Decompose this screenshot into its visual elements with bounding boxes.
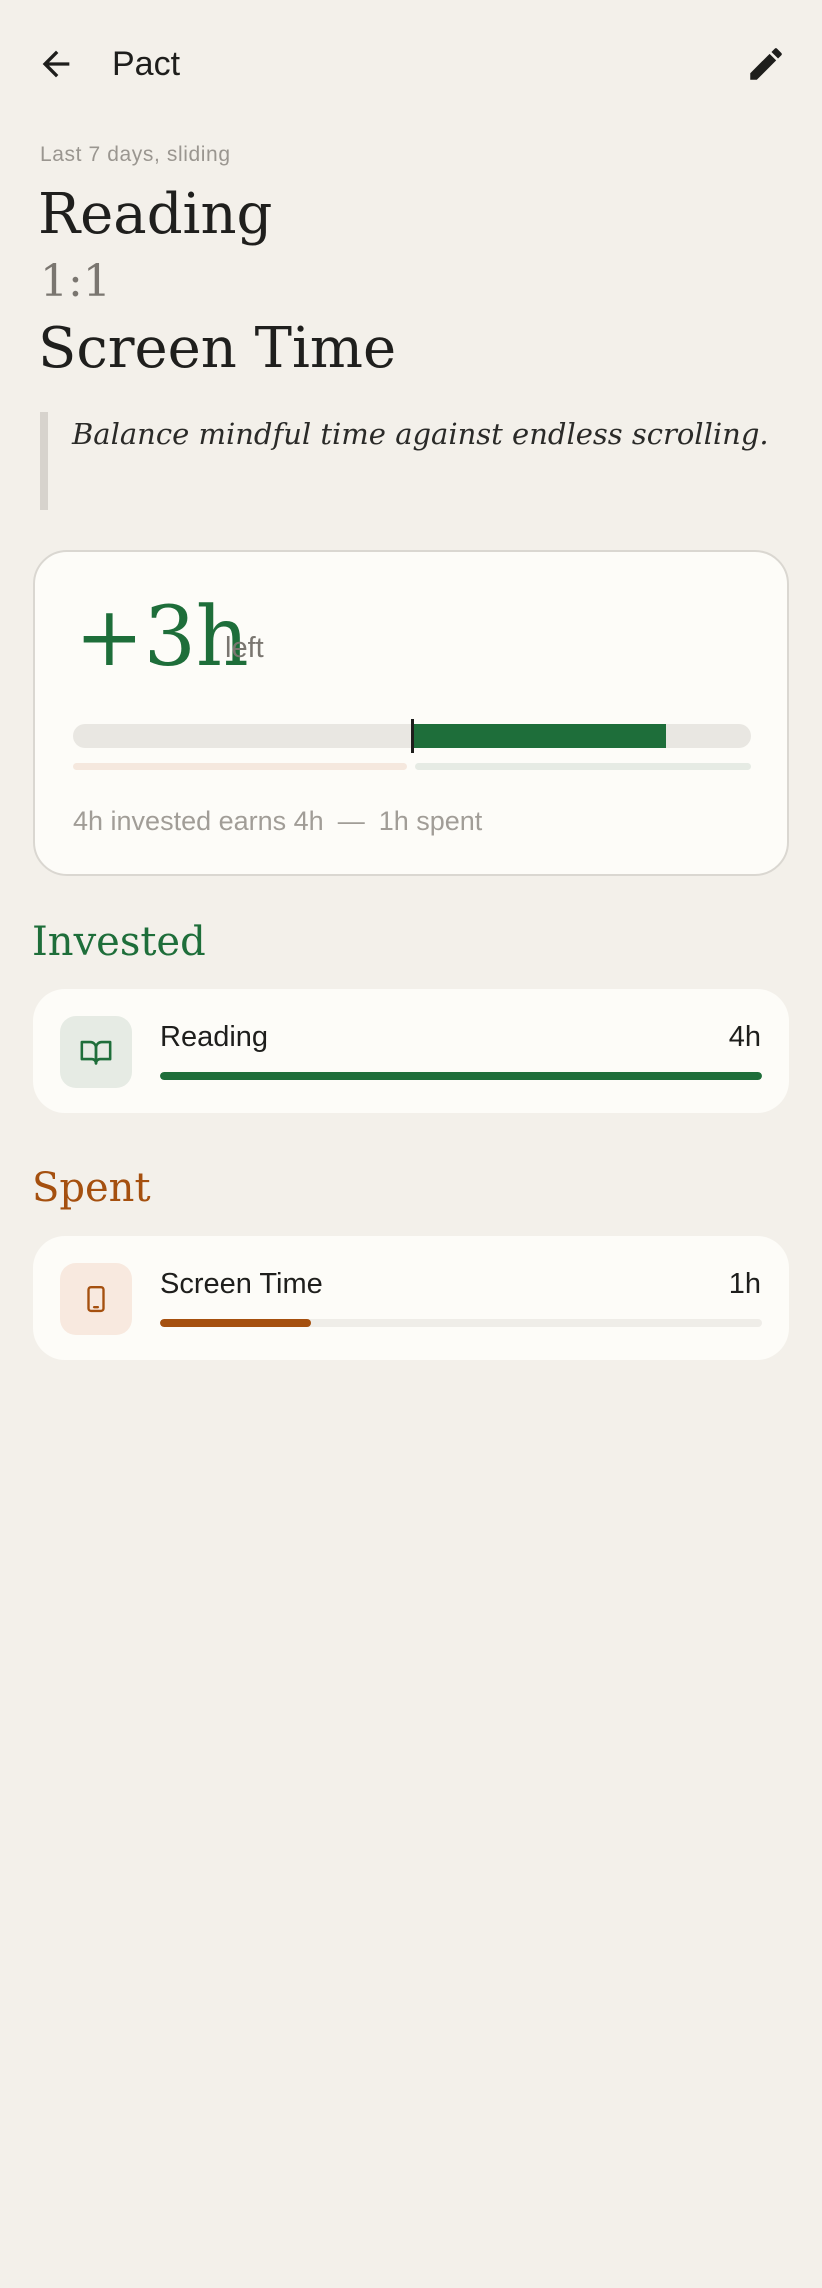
edit-button[interactable]	[740, 38, 792, 90]
balance-meter-center-mark	[411, 719, 414, 753]
spend-activity-title: Screen Time	[38, 316, 397, 381]
phone-icon	[87, 1285, 105, 1313]
activity-name: Reading	[160, 1021, 269, 1053]
page-title: Pact	[112, 45, 181, 83]
invested-sub-track	[415, 763, 751, 770]
pact-ratio: 1:1	[40, 256, 111, 307]
pencil-icon	[750, 48, 782, 80]
balance-suffix: left	[225, 632, 264, 664]
balance-breakdown: 4h invested earns 4h — 1h spent	[73, 806, 482, 837]
breakdown-separator: —	[337, 806, 365, 836]
spent-section-title: Spent	[32, 1165, 151, 1211]
top-app-bar: Pact	[0, 0, 822, 128]
book-icon	[80, 1040, 112, 1065]
arrow-left-icon	[42, 50, 70, 78]
motto-text: Balance mindful time against endless scr…	[72, 417, 769, 451]
invested-section-title: Invested	[32, 919, 206, 965]
spent-activity-card[interactable]: Screen Time 1h	[33, 1236, 789, 1360]
balance-meter-fill	[411, 724, 666, 748]
activity-progress-fill	[160, 1319, 311, 1327]
screen-time-icon-tile	[60, 1263, 132, 1335]
time-window-label: Last 7 days, sliding	[40, 143, 231, 166]
invest-activity-title: Reading	[38, 182, 273, 247]
invested-activity-card[interactable]: Reading 4h	[33, 989, 789, 1113]
activity-value: 4h	[728, 1021, 761, 1053]
activity-progress-fill	[160, 1072, 762, 1080]
balance-value: +3h	[75, 590, 249, 685]
reading-icon-tile	[60, 1016, 132, 1088]
back-button[interactable]	[30, 38, 82, 90]
pact-motto: Balance mindful time against endless scr…	[40, 412, 780, 510]
activity-value: 1h	[728, 1268, 761, 1300]
balance-card: +3h left 4h invested earns 4h — 1h spent	[33, 550, 789, 876]
activity-name: Screen Time	[160, 1268, 323, 1300]
spent-breakdown: 1h spent	[378, 806, 483, 836]
invested-breakdown: 4h invested earns 4h	[73, 806, 324, 836]
activity-progress	[160, 1072, 762, 1080]
activity-progress	[160, 1319, 762, 1327]
spent-sub-track	[73, 763, 407, 770]
